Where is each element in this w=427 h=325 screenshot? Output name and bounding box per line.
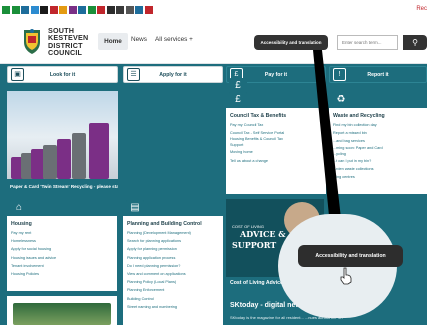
hand-pointer-icon: [340, 267, 352, 285]
zoomed-accessibility-button[interactable]: Accessibility and translation: [298, 245, 403, 267]
